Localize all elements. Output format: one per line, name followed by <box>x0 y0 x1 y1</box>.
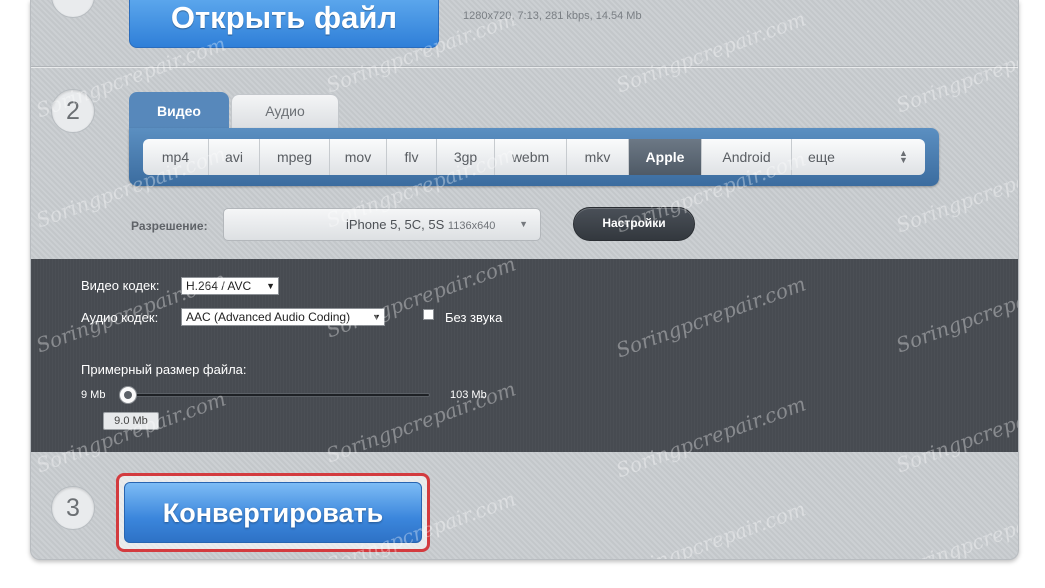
step-1-circle <box>51 0 95 18</box>
slider-value-tooltip: 9.0 Mb <box>103 412 159 430</box>
format-flv[interactable]: flv <box>387 139 437 175</box>
format-avi[interactable]: avi <box>209 139 260 175</box>
file-info: 1280x720, 7:13, 281 kbps, 14.54 Mb <box>463 10 642 22</box>
convert-button[interactable]: Конвертировать <box>124 482 422 543</box>
resolution-select[interactable]: iPhone 5, 5C, 5S 1136x640 ▼ <box>223 208 541 241</box>
step-2-circle: 2 <box>51 89 95 133</box>
file-size-label: Примерный размер файла: <box>81 362 247 377</box>
watermark: Soringpcrepair.com <box>892 26 1019 118</box>
watermark: Soringpcrepair.com <box>612 496 809 560</box>
video-codec-select[interactable]: H.264 / AVC ▼ <box>181 277 279 295</box>
audio-codec-label: Аудио кодек: <box>81 310 159 325</box>
format-panel: mp4 avi mpeg mov flv 3gp webm mkv Apple … <box>129 128 939 186</box>
caret-down-icon: ▼ <box>519 219 528 229</box>
mute-label: Без звука <box>445 310 503 325</box>
advanced-settings-panel: Видео кодек: H.264 / AVC ▼ Аудио кодек: … <box>31 259 1018 452</box>
format-3gp[interactable]: 3gp <box>437 139 495 175</box>
resolution-label: Разрешение: <box>131 219 208 233</box>
format-mov[interactable]: mov <box>330 139 387 175</box>
file-size-slider[interactable] <box>127 393 430 397</box>
format-android[interactable]: Android <box>702 139 792 175</box>
up-down-arrows-icon: ▲ ▼ <box>899 148 908 165</box>
tab-video[interactable]: Видео <box>129 92 229 130</box>
step-3-circle: 3 <box>51 486 95 530</box>
format-more-label: еще <box>808 149 835 165</box>
audio-codec-select[interactable]: AAC (Advanced Audio Coding) ▼ <box>181 308 385 326</box>
open-file-button[interactable]: Открыть файл <box>129 0 439 48</box>
audio-codec-value: AAC (Advanced Audio Coding) <box>186 310 351 324</box>
watermark: Soringpcrepair.com <box>892 491 1019 560</box>
settings-button[interactable]: Настройки <box>573 207 695 241</box>
format-mp4[interactable]: mp4 <box>143 139 209 175</box>
caret-down-icon: ▼ <box>372 312 381 322</box>
mute-checkbox[interactable] <box>423 309 434 320</box>
slider-handle[interactable] <box>119 386 137 404</box>
format-apple[interactable]: Apple <box>629 139 702 175</box>
tab-audio[interactable]: Аудио <box>231 94 339 128</box>
format-bar: mp4 avi mpeg mov flv 3gp webm mkv Apple … <box>143 139 925 175</box>
watermark: Soringpcrepair.com <box>612 6 809 98</box>
caret-down-icon: ▼ <box>266 281 275 291</box>
size-max-label: 103 Mb <box>450 389 487 401</box>
format-mpeg[interactable]: mpeg <box>260 139 330 175</box>
video-codec-label: Видео кодек: <box>81 278 160 293</box>
size-min-label: 9 Mb <box>81 389 106 401</box>
resolution-value: iPhone 5, 5C, 5S <box>346 217 445 232</box>
format-mkv[interactable]: mkv <box>567 139 629 175</box>
converter-panel: Открыть файл 1280x720, 7:13, 281 kbps, 1… <box>30 0 1019 560</box>
divider <box>31 66 1018 67</box>
resolution-size: 1136x640 <box>447 220 496 232</box>
format-more[interactable]: еще ▲ ▼ <box>792 139 925 175</box>
format-webm[interactable]: webm <box>495 139 567 175</box>
video-codec-value: H.264 / AVC <box>186 279 252 293</box>
